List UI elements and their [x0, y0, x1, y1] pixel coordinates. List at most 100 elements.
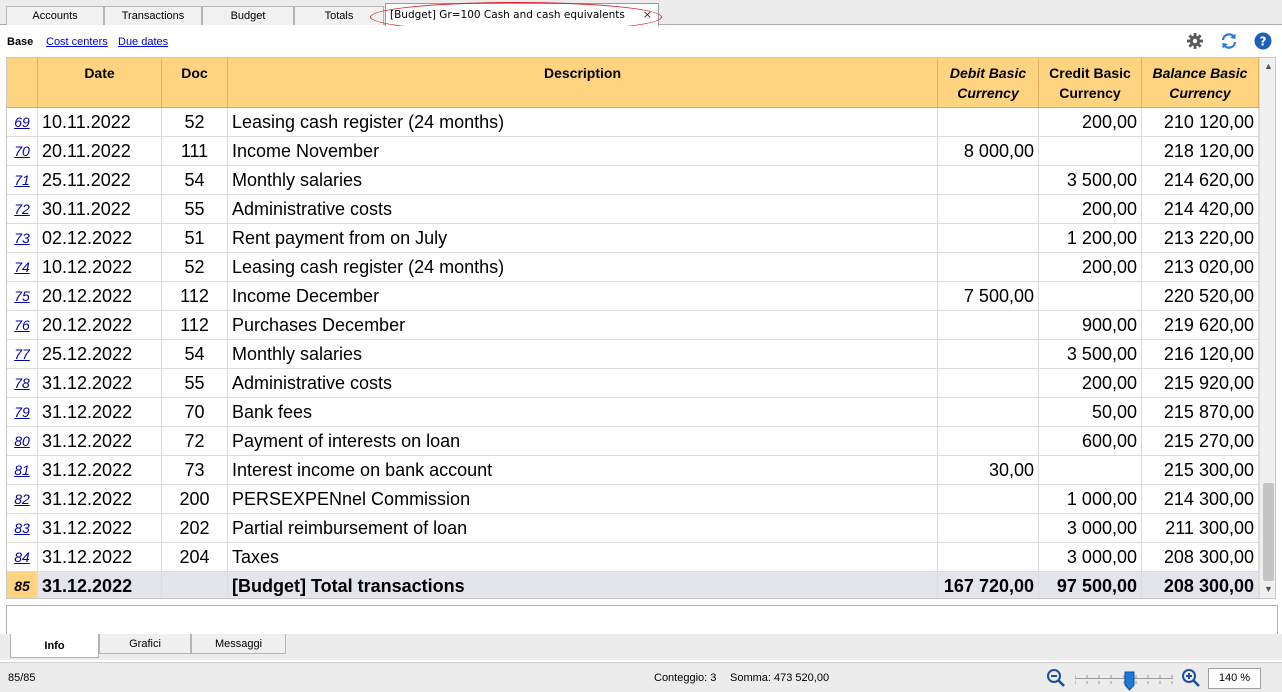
cell-credit[interactable]: 600,00 — [1039, 427, 1142, 455]
cell-credit[interactable] — [1039, 137, 1142, 165]
cell-credit[interactable]: 200,00 — [1039, 369, 1142, 397]
cell-doc[interactable]: 202 — [162, 514, 228, 542]
cell-debit[interactable] — [938, 166, 1039, 194]
cell-description[interactable]: Partial reimbursement of loan — [228, 514, 938, 542]
cell-balance[interactable]: 208 300,00 — [1142, 572, 1259, 598]
cell-debit[interactable] — [938, 543, 1039, 571]
cell-description[interactable]: Interest income on bank account — [228, 456, 938, 484]
cell-balance[interactable]: 215 920,00 — [1142, 369, 1259, 397]
row-number-link[interactable]: 76 — [7, 311, 38, 339]
cell-credit[interactable]: 1 000,00 — [1039, 485, 1142, 513]
cell-date[interactable]: 31.12.2022 — [38, 514, 162, 542]
cell-doc[interactable]: 200 — [162, 485, 228, 513]
cell-date[interactable]: 20.12.2022 — [38, 311, 162, 339]
cell-date[interactable]: 31.12.2022 — [38, 485, 162, 513]
cell-credit[interactable]: 1 200,00 — [1039, 224, 1142, 252]
close-icon[interactable]: × — [643, 8, 652, 21]
cell-balance[interactable]: 213 220,00 — [1142, 224, 1259, 252]
tab-totals[interactable]: Totals — [294, 6, 384, 25]
cell-description[interactable]: Income December — [228, 282, 938, 310]
view-base[interactable]: Base — [7, 36, 33, 48]
cell-description[interactable]: Leasing cash register (24 months) — [228, 108, 938, 136]
tab-messaggi[interactable]: Messaggi — [191, 634, 286, 654]
cell-balance[interactable]: 214 300,00 — [1142, 485, 1259, 513]
cell-debit[interactable]: 7 500,00 — [938, 282, 1039, 310]
cell-description[interactable]: Monthly salaries — [228, 340, 938, 368]
cell-date[interactable]: 25.11.2022 — [38, 166, 162, 194]
cell-credit[interactable]: 3 500,00 — [1039, 166, 1142, 194]
tab-accounts[interactable]: Accounts — [6, 6, 104, 25]
table-row[interactable]: 74 10.12.2022 52 Leasing cash register (24 … — [7, 253, 1259, 282]
cell-doc[interactable]: 55 — [162, 195, 228, 223]
cell-date[interactable]: 20.12.2022 — [38, 282, 162, 310]
cell-description[interactable]: Taxes — [228, 543, 938, 571]
header-doc[interactable]: Doc — [162, 58, 228, 107]
cell-doc[interactable]: 112 — [162, 282, 228, 310]
scroll-down-icon[interactable]: ▼ — [1260, 581, 1275, 598]
zoom-slider-thumb[interactable] — [1124, 671, 1135, 691]
cell-description[interactable]: Payment of interests on loan — [228, 427, 938, 455]
cell-doc[interactable]: 204 — [162, 543, 228, 571]
cell-debit[interactable] — [938, 369, 1039, 397]
refresh-icon[interactable] — [1219, 31, 1239, 51]
cell-credit[interactable]: 900,00 — [1039, 311, 1142, 339]
cell-balance[interactable]: 213 020,00 — [1142, 253, 1259, 281]
cell-date[interactable]: 31.12.2022 — [38, 543, 162, 571]
cell-credit[interactable] — [1039, 282, 1142, 310]
cell-credit[interactable]: 3 000,00 — [1039, 543, 1142, 571]
row-number-link[interactable]: 85 — [7, 572, 38, 598]
cell-date[interactable]: 10.12.2022 — [38, 253, 162, 281]
cell-doc[interactable]: 52 — [162, 108, 228, 136]
table-row[interactable]: 80 31.12.2022 72 Payment of interests on lo… — [7, 427, 1259, 456]
cell-credit[interactable]: 3 000,00 — [1039, 514, 1142, 542]
row-number-link[interactable]: 82 — [7, 485, 38, 513]
table-total-row[interactable]: 85 31.12.2022 [Budget] Total transactions 1… — [7, 572, 1259, 598]
row-number-link[interactable]: 75 — [7, 282, 38, 310]
cell-date[interactable]: 31.12.2022 — [38, 398, 162, 426]
cell-date[interactable]: 31.12.2022 — [38, 427, 162, 455]
cell-debit[interactable]: 30,00 — [938, 456, 1039, 484]
cell-debit[interactable] — [938, 224, 1039, 252]
cell-description[interactable]: Administrative costs — [228, 195, 938, 223]
cell-doc[interactable]: 73 — [162, 456, 228, 484]
cell-credit[interactable]: 50,00 — [1039, 398, 1142, 426]
header-credit[interactable]: Credit Basic Currency — [1039, 58, 1142, 107]
cell-description[interactable]: Leasing cash register (24 months) — [228, 253, 938, 281]
cell-balance[interactable]: 215 870,00 — [1142, 398, 1259, 426]
cell-debit[interactable] — [938, 253, 1039, 281]
table-row[interactable]: 77 25.12.2022 54 Monthly salaries 3 500,00 21… — [7, 340, 1259, 369]
cell-credit[interactable] — [1039, 456, 1142, 484]
help-icon[interactable]: ? — [1253, 31, 1273, 51]
table-row[interactable]: 69 10.11.2022 52 Leasing cash register (24 … — [7, 108, 1259, 137]
cell-description[interactable]: Income November — [228, 137, 938, 165]
cell-balance[interactable]: 215 300,00 — [1142, 456, 1259, 484]
cell-description[interactable]: Monthly salaries — [228, 166, 938, 194]
table-row[interactable]: 78 31.12.2022 55 Administrative costs 200,00… — [7, 369, 1259, 398]
cell-doc[interactable]: 72 — [162, 427, 228, 455]
header-description[interactable]: Description — [228, 58, 938, 107]
row-number-link[interactable]: 80 — [7, 427, 38, 455]
scroll-thumb[interactable] — [1263, 483, 1274, 581]
vertical-scrollbar[interactable]: ▲ ▼ — [1259, 58, 1275, 598]
cell-date[interactable]: 31.12.2022 — [38, 456, 162, 484]
cell-balance[interactable]: 220 520,00 — [1142, 282, 1259, 310]
table-row[interactable]: 71 25.11.2022 54 Monthly salaries 3 500,00 21… — [7, 166, 1259, 195]
cell-date[interactable]: 30.11.2022 — [38, 195, 162, 223]
cell-debit[interactable] — [938, 108, 1039, 136]
cell-debit[interactable]: 8 000,00 — [938, 137, 1039, 165]
cell-doc[interactable]: 54 — [162, 340, 228, 368]
cell-date[interactable]: 31.12.2022 — [38, 369, 162, 397]
cell-balance[interactable]: 214 620,00 — [1142, 166, 1259, 194]
tab-transactions[interactable]: Transactions — [104, 6, 202, 25]
cell-description[interactable]: Purchases December — [228, 311, 938, 339]
cell-credit[interactable]: 200,00 — [1039, 195, 1142, 223]
row-number-link[interactable]: 79 — [7, 398, 38, 426]
cell-balance[interactable]: 219 620,00 — [1142, 311, 1259, 339]
row-number-link[interactable]: 84 — [7, 543, 38, 571]
tab-info[interactable]: Info — [10, 634, 99, 658]
cell-description[interactable]: Bank fees — [228, 398, 938, 426]
cell-credit[interactable]: 3 500,00 — [1039, 340, 1142, 368]
cell-balance[interactable]: 216 120,00 — [1142, 340, 1259, 368]
cell-description[interactable]: [Budget] Total transactions — [228, 572, 938, 598]
cell-debit[interactable] — [938, 427, 1039, 455]
